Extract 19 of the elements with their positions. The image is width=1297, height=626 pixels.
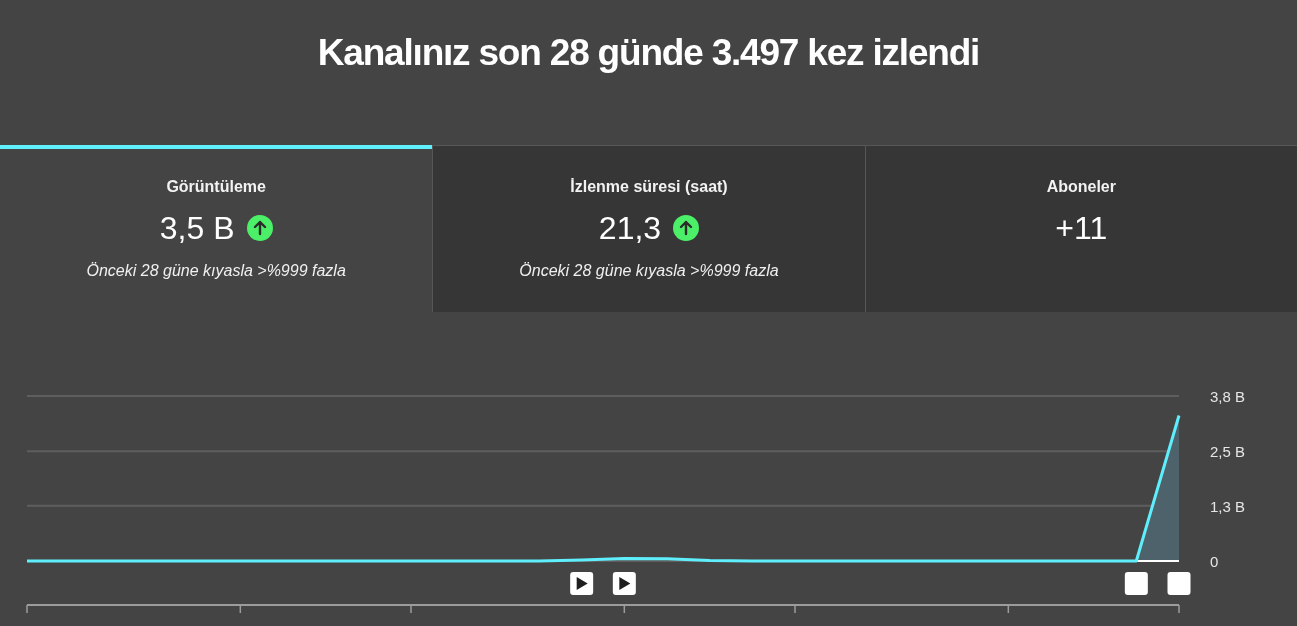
metric-value: 3,5 B bbox=[159, 209, 235, 247]
play-icon[interactable] bbox=[570, 572, 594, 595]
comparison-text: Önceki 28 güne kıyasla >%999 fazla bbox=[86, 261, 346, 281]
metric-label: Görüntüleme bbox=[166, 177, 266, 197]
metric-label: İzlenme süresi (saat) bbox=[570, 177, 728, 197]
metric-tab[interactable]: Aboneler +11 bbox=[864, 145, 1297, 312]
y-axis-label: 2,5 B bbox=[1210, 443, 1246, 461]
metric-tab[interactable]: İzlenme süresi (saat) 21,3 Önceki 28 güne kıyasla >%999 fazla bbox=[432, 145, 865, 312]
metric-value: +11 bbox=[1055, 209, 1108, 247]
play-icon[interactable] bbox=[612, 572, 636, 595]
page-title: Kanalınız son 28 günde 3.497 kez izlendi bbox=[317, 31, 980, 75]
metric-label: Aboneler bbox=[1046, 177, 1116, 197]
metric-value: 21,3 bbox=[598, 209, 662, 247]
y-axis-label: 3,8 B bbox=[1210, 388, 1246, 405]
blank-tile-icon[interactable] bbox=[1167, 572, 1191, 595]
y-axis-label: 0 bbox=[1210, 553, 1219, 570]
y-axis-label: 1,3 B bbox=[1210, 497, 1246, 515]
blank-tile-icon[interactable] bbox=[1124, 572, 1148, 595]
comparison-text: Önceki 28 güne kıyasla >%999 fazla bbox=[519, 261, 779, 281]
